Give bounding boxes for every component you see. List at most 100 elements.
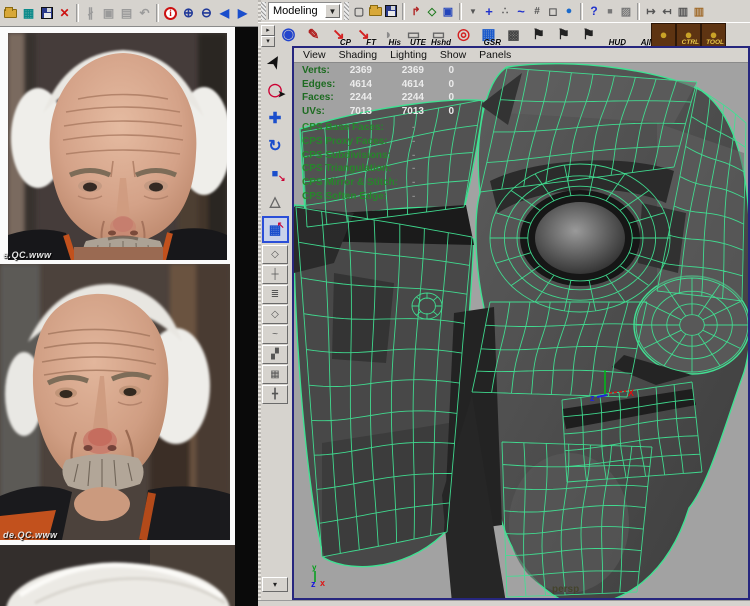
four-pane-layout-button[interactable]: ┼ [262, 265, 288, 284]
photo-viewer-window: ▦✕∦▣▤↶i⊕⊖◀▶▲▼12 [0, 0, 258, 606]
lasso-select-tool-icon[interactable]: ◯➤ [262, 76, 289, 103]
open-scene-icon[interactable] [367, 3, 383, 20]
new-scene-icon[interactable]: ▢ [351, 3, 367, 20]
hshd-panel-shelf-icon[interactable]: ▭Hshd [426, 23, 451, 47]
toolbox-menu-button[interactable]: ▾ [262, 577, 288, 592]
checker-flag-2-shelf-icon[interactable]: ⚑ [551, 23, 576, 47]
help-icon[interactable]: ? [586, 3, 602, 20]
input-connections-icon[interactable]: ↦ [643, 3, 659, 20]
undo-icon[interactable]: ↶ [136, 4, 153, 23]
gold-ctrl-shelf-icon[interactable]: ●CTRL [676, 23, 701, 47]
shelf-tab-icon[interactable]: ▸ [261, 25, 275, 36]
render-current-frame-icon[interactable]: ▥ [675, 3, 691, 20]
menu-set-dropdown[interactable]: Modeling ▼ [268, 2, 342, 20]
delete-warning-shelf-icon[interactable]: ◎ [451, 23, 476, 47]
hud-value: 7013 [390, 106, 424, 117]
open-folder-icon[interactable] [2, 4, 19, 23]
make-live-icon[interactable]: ● [561, 3, 577, 20]
gold-tool-shelf-icon[interactable]: ●TOOL [701, 23, 726, 47]
scale-tool-icon[interactable]: ■↘ [262, 160, 289, 187]
save-image-icon[interactable] [38, 4, 55, 23]
panel-menu-view[interactable]: View [303, 49, 326, 61]
ute-panel-shelf-icon[interactable]: ▭UTE [401, 23, 426, 47]
cps-sphere-shelf-icon[interactable]: ◉ [276, 23, 301, 47]
paste-icon[interactable]: ▤ [118, 4, 135, 23]
checker-grid-shelf-icon[interactable]: ▩ [501, 23, 526, 47]
gsr-panels-shelf-icon[interactable]: ▦GSR [476, 23, 501, 47]
hud-label: UVs: [302, 106, 325, 117]
maya-window: Modeling ▼ ▢↱◇▣▼+∴~#◻●?■▨↦↤▥▥ ▸ ▾ ◉✎↘CP↘… [258, 0, 750, 606]
rotate-tool-icon[interactable]: ↻ [262, 132, 289, 159]
highlight-selection-icon[interactable]: ▨ [618, 3, 634, 20]
cut-icon[interactable]: ∦ [82, 4, 99, 23]
hud-row: Edges:461446140 [294, 79, 514, 91]
select-by-component-icon[interactable]: ▣ [440, 3, 456, 20]
cps-value: - [412, 136, 415, 147]
panel-menu-shading[interactable]: Shading [339, 49, 378, 61]
zoom-in-icon[interactable]: ⊕ [180, 4, 197, 23]
persp-graph-layout-button[interactable]: ~ [262, 325, 288, 344]
snap-to-grid-icon[interactable]: # [529, 3, 545, 20]
shelf-menu-button[interactable]: ▾ [261, 36, 275, 47]
persp-uv-layout-button[interactable]: ▦ [262, 365, 288, 384]
selection-mask-icon[interactable]: ▼ [465, 3, 481, 20]
snap-to-curves-icon[interactable]: ~ [513, 3, 529, 20]
cp-arrow-shelf-icon[interactable]: ↘CP [326, 23, 351, 47]
chevron-down-icon[interactable]: ▼ [325, 4, 340, 18]
photo-watermark-1: e.QC.www [3, 250, 52, 260]
show-manipulator-tool-icon[interactable]: △ [262, 188, 289, 215]
add-selection-icon[interactable]: + [481, 3, 497, 20]
paint-brush-shelf-icon[interactable]: ✎ [301, 23, 326, 47]
persp-outliner-layout-button[interactable]: ≣ [262, 285, 288, 304]
hud-value: 4614 [390, 79, 424, 90]
hud-value: 0 [442, 79, 454, 90]
history-pagecurl-shelf-icon[interactable]: ◗His [376, 23, 401, 47]
prev-image-icon[interactable]: ◀ [216, 4, 233, 23]
snap-to-planes-icon[interactable]: ◻ [545, 3, 561, 20]
all-toggle-shelf-icon[interactable]: All [626, 23, 651, 47]
ft-arrow-shelf-icon[interactable]: ↘FT [351, 23, 376, 47]
zoom-out-icon[interactable]: ⊖ [198, 4, 215, 23]
toolbar-separator [76, 4, 79, 22]
persp-trax-layout-button[interactable]: ╋ [262, 385, 288, 404]
photo-watermark-2: de.QC.www [3, 530, 58, 540]
single-pane-layout-button[interactable]: ◇ [262, 245, 288, 264]
lock-selection-icon[interactable]: ■ [602, 3, 618, 20]
snap-to-points-icon[interactable]: ∴ [497, 3, 513, 20]
copy-icon[interactable]: ▣ [100, 4, 117, 23]
ipr-render-icon[interactable]: ▥ [691, 3, 707, 20]
image-info-icon[interactable]: i [162, 4, 179, 23]
select-by-object-icon[interactable]: ◇ [424, 3, 440, 20]
last-tool-icon[interactable]: ▦↖ [262, 216, 289, 243]
move-tool-icon[interactable]: ✚ [262, 104, 289, 131]
hud-value: 4614 [338, 79, 372, 90]
shelf: ▸ ▾ ◉✎↘CP↘FT◗His▭UTE▭Hshd◎▦GSR▩⚑⚑⚑HUDAll… [258, 22, 750, 46]
drag-handle[interactable] [261, 2, 266, 20]
checker-flag-3-shelf-icon[interactable]: ⚑ [576, 23, 601, 47]
hud-value: 2369 [338, 65, 372, 76]
cps-value: - [412, 122, 415, 133]
select-tool-icon[interactable]: ➤ [262, 48, 289, 75]
browse-thumbnails-icon[interactable]: ▦ [20, 4, 37, 23]
next-image-icon[interactable]: ▶ [234, 4, 251, 23]
viewport-canvas[interactable]: X z Verts:236923690Edges:461446140Faces:… [294, 63, 748, 598]
hud-value: 0 [442, 65, 454, 76]
hud-value: 0 [442, 106, 454, 117]
window-bottom-strip [258, 600, 750, 606]
delete-image-icon[interactable]: ✕ [56, 4, 73, 23]
panel-menu-show[interactable]: Show [440, 49, 466, 61]
panel-menu-panels[interactable]: Panels [479, 49, 511, 61]
output-connections-icon[interactable]: ↤ [659, 3, 675, 20]
photo-viewer-toolbar: ▦✕∦▣▤↶i⊕⊖◀▶▲▼12 [0, 0, 258, 27]
outliner-persp-layout-button[interactable]: ◇ [262, 305, 288, 324]
panel-menu-lighting[interactable]: Lighting [390, 49, 427, 61]
gold-sphere-shelf-icon[interactable]: ● [651, 23, 676, 47]
checker-flag-1-shelf-icon[interactable]: ⚑ [526, 23, 551, 47]
select-by-hierarchy-icon[interactable]: ↱ [408, 3, 424, 20]
hud-toggle-shelf-icon[interactable]: HUD [601, 23, 626, 47]
save-scene-icon[interactable] [383, 3, 399, 20]
hypergraph-layout-layout-button[interactable]: ▞ [262, 345, 288, 364]
drag-handle[interactable] [344, 2, 349, 20]
cps-hud-row: CPS Proxy Faces:- [294, 136, 514, 148]
hud-value: 7013 [338, 106, 372, 117]
